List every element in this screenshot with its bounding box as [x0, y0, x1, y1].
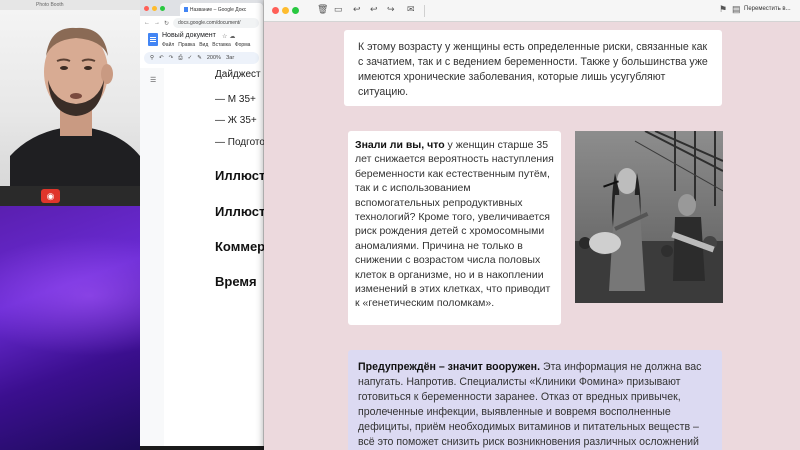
card-forewarned-bold: Предупреждён – значит вооружен. — [358, 361, 541, 373]
minimize-window-button[interactable] — [151, 5, 157, 11]
archive-icon[interactable]: ▭ — [334, 4, 343, 15]
tab-title: Название – Google Докс — [189, 7, 247, 13]
browser-window: Название – Google Докс ← → ↻ docs.google… — [140, 0, 264, 446]
print-icon[interactable]: ⎙ — [178, 55, 182, 62]
close-window-button[interactable] — [144, 5, 149, 11]
info-card-risks: К этому возрасту у женщины есть определе… — [344, 30, 722, 106]
spellcheck-icon[interactable]: ✓ — [188, 55, 193, 61]
viewer-toolbar: 🗑 ▭ ↩ ↩ ↪ ✉ ⚑ ▤ Переместить в... — [264, 0, 800, 22]
doc-heading-3: Коммер — [215, 239, 266, 254]
doc-heading-2: Иллюст — [215, 204, 266, 219]
viewer-minimize-button[interactable] — [282, 7, 289, 14]
document-title[interactable]: Новый документ — [162, 32, 216, 39]
viewer-maximize-button[interactable] — [292, 7, 299, 14]
doc-title-icons: ☆☁ — [222, 33, 237, 40]
menu-format[interactable]: Форма — [235, 42, 251, 48]
reply-icon[interactable]: ↩ — [353, 4, 361, 15]
doc-heading-1: Иллюст — [215, 168, 266, 183]
tab-bar: Название – Google Докс — [140, 0, 263, 16]
card-did-you-know-bold: Знали ли вы, что — [355, 139, 445, 151]
image-viewer-window: 🗑 ▭ ↩ ↩ ↪ ✉ ⚑ ▤ Переместить в... К этому… — [264, 0, 800, 450]
doc-line-prep: — Подгото — [215, 137, 265, 148]
photobooth-titlebar: Photo Booth — [0, 0, 140, 10]
search-icon[interactable]: ⚲ — [150, 55, 154, 61]
webcam-preview — [0, 10, 140, 186]
maximize-window-button[interactable] — [159, 5, 165, 11]
move-to-button[interactable]: Переместить в... — [744, 6, 791, 12]
undo-icon[interactable]: ↶ — [159, 55, 164, 61]
browser-tab[interactable]: Название – Google Докс — [179, 3, 263, 16]
cloud-icon[interactable]: ☁ — [229, 34, 237, 40]
paint-format-icon[interactable]: ✎ — [197, 55, 202, 61]
desktop-wallpaper — [0, 206, 140, 450]
flag-icon[interactable]: ⚑ — [719, 4, 727, 15]
reload-icon[interactable]: ↻ — [164, 20, 169, 27]
concert-photo-image — [575, 131, 723, 303]
photobooth-controls — [0, 186, 140, 206]
redo-icon[interactable]: ↷ — [169, 55, 174, 61]
outline-icon[interactable]: ☰ — [150, 76, 156, 84]
doc-line-f35: — Ж 35+ — [215, 115, 257, 126]
doc-line-m35: — М 35+ — [215, 94, 256, 105]
person-image — [10, 27, 140, 186]
docs-menu-bar: Файл Правка Вид Вставка Форма — [162, 42, 250, 48]
card-risks-text: К этому возрасту у женщины есть определе… — [358, 41, 708, 98]
docs-favicon-icon — [183, 7, 188, 12]
zoom-select[interactable]: 200% — [207, 55, 221, 61]
screen: Photo Booth ◉ Название – Google Докс ← →… — [0, 0, 800, 450]
info-card-forewarned: Предупреждён – значит вооружен. Эта инфо… — [348, 350, 722, 450]
info-card-did-you-know: Знали ли вы, что у женщин старше 35 лет … — [348, 131, 561, 325]
photobooth-title: Photo Booth — [36, 2, 64, 8]
forward-icon[interactable]: → — [154, 20, 160, 26]
folder-icon[interactable]: ▤ — [732, 4, 741, 15]
menu-edit[interactable]: Правка — [178, 42, 195, 48]
docs-logo-icon[interactable] — [148, 33, 158, 46]
camera-icon[interactable]: ◉ — [41, 189, 60, 203]
style-select[interactable]: Заг — [226, 55, 234, 61]
menu-view[interactable]: Вид — [199, 42, 208, 48]
docs-toolbar: ⚲ ↶ ↷ ⎙ ✓ ✎ 200% Заг — [144, 52, 259, 64]
forward-mail-icon[interactable]: ↪ — [387, 4, 395, 15]
menu-file[interactable]: Файл — [162, 42, 174, 48]
viewer-close-button[interactable] — [272, 7, 279, 14]
card-forewarned-text: Эта информация не должна вас напугать. Н… — [358, 361, 702, 448]
card-did-you-know-text: у женщин старше 35 лет снижается вероятн… — [355, 139, 554, 310]
doc-line-digest: Дайджест — [215, 69, 261, 80]
toolbar-divider — [424, 5, 425, 17]
address-bar: ← → ↻ docs.google.com/document/ — [140, 16, 263, 30]
url-input[interactable]: docs.google.com/document/ — [173, 18, 259, 28]
trash-icon[interactable]: 🗑 — [317, 4, 328, 15]
reply-all-icon[interactable]: ↩ — [370, 4, 378, 15]
menu-insert[interactable]: Вставка — [212, 42, 231, 48]
back-icon[interactable]: ← — [144, 20, 150, 26]
docs-header: Новый документ ☆☁ Файл Правка Вид Вставк… — [140, 30, 263, 52]
mail-icon[interactable]: ✉ — [407, 4, 415, 15]
doc-heading-4: Время — [215, 274, 257, 289]
